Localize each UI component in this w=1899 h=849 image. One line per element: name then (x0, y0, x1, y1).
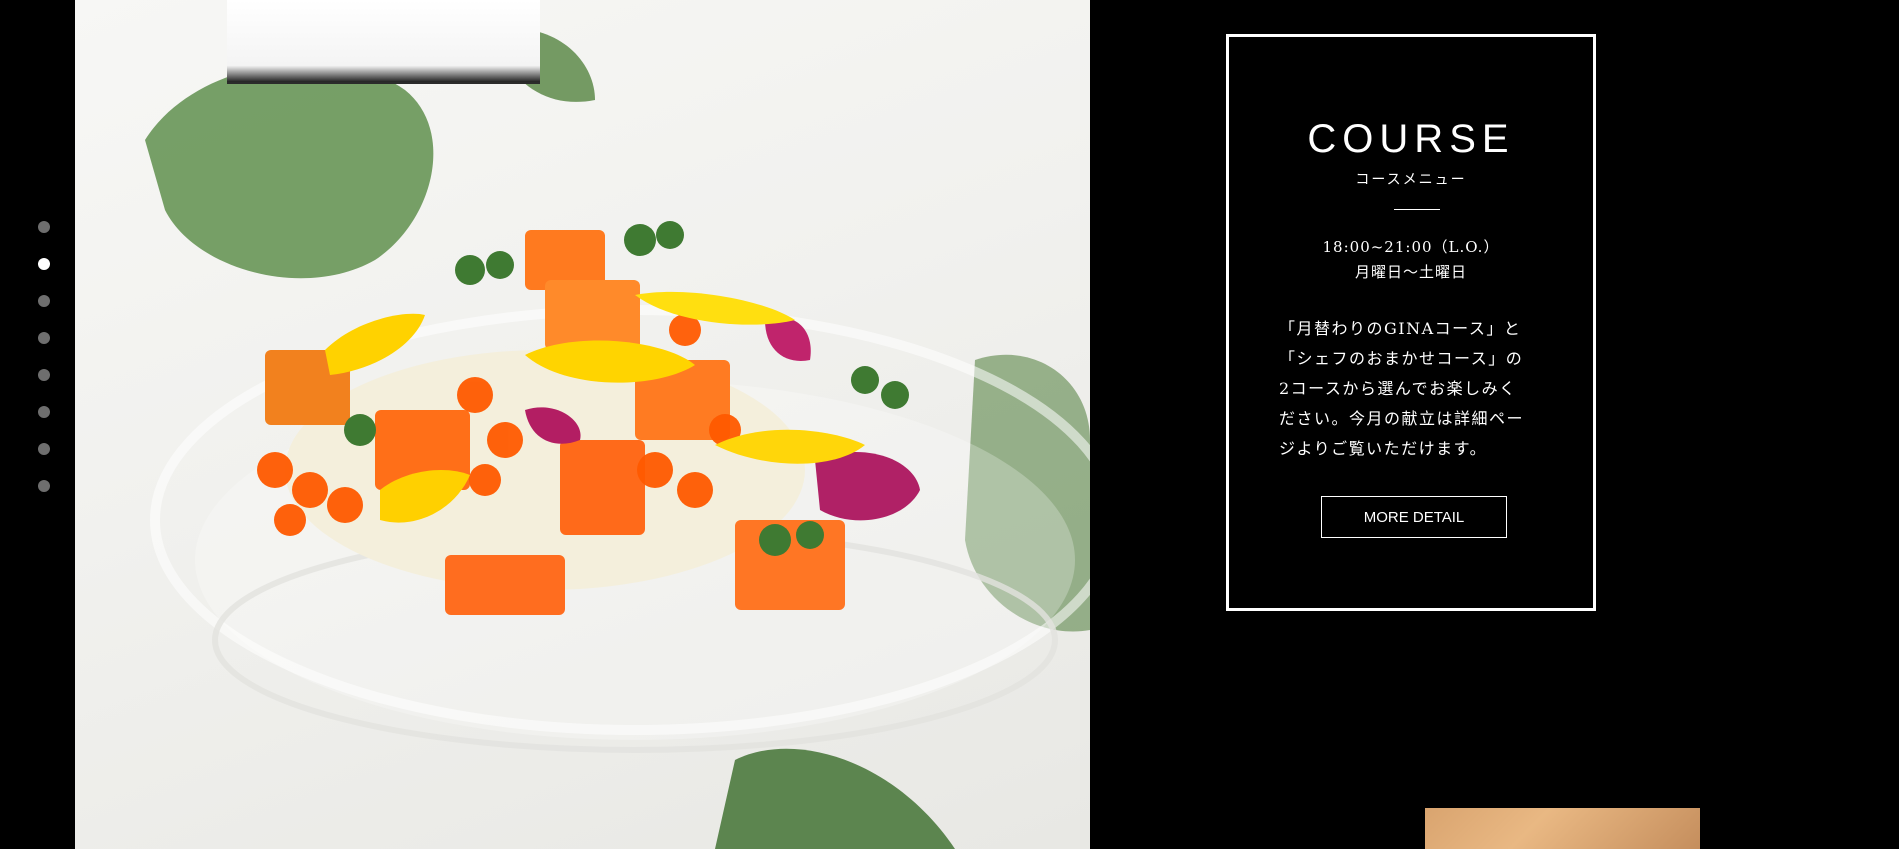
course-info-card: COURSE コースメニュー 18:00~21:00（L.O.） 月曜日～土曜日… (1226, 34, 1596, 611)
description-line: ジよりご覧いただけます。 (1279, 439, 1488, 458)
course-dish-photo (75, 0, 1090, 849)
bottom-thumbnail-image (1425, 808, 1700, 849)
course-title: COURSE (1307, 117, 1515, 161)
description-line: 「月替わりのGINAコース」と (1279, 319, 1522, 338)
section-dot-navigation (38, 221, 50, 492)
more-detail-button[interactable]: MORE DETAIL (1321, 496, 1507, 538)
section-dot-4[interactable] (38, 332, 50, 344)
course-subtitle: コースメニュー (1355, 172, 1467, 188)
opening-days: 月曜日～土曜日 (1354, 263, 1467, 281)
section-dot-1[interactable] (38, 221, 50, 233)
section-dot-6[interactable] (38, 406, 50, 418)
section-dot-8[interactable] (38, 480, 50, 492)
title-divider (1394, 209, 1440, 210)
description-line: ださい。今月の献立は詳細ペー (1279, 409, 1525, 428)
opening-hours: 18:00~21:00（L.O.） (1322, 238, 1500, 256)
section-dot-5[interactable] (38, 369, 50, 381)
dish-illustration (145, 28, 1090, 849)
section-dot-2[interactable] (38, 258, 50, 270)
section-dot-7[interactable] (38, 443, 50, 455)
description-line: 2コースから選んでお楽しみく (1279, 379, 1517, 398)
page: COURSE コースメニュー 18:00~21:00（L.O.） 月曜日～土曜日… (0, 0, 1899, 849)
description-line: 「シェフのおまかせコース」の (1279, 349, 1524, 368)
top-thumbnail-image (227, 0, 540, 84)
course-description: 「月替わりのGINAコース」と 「シェフのおまかせコース」の 2コースから選んで… (1279, 314, 1554, 464)
course-hours: 18:00~21:00（L.O.） 月曜日～土曜日 (1229, 235, 1593, 285)
section-dot-3[interactable] (38, 295, 50, 307)
